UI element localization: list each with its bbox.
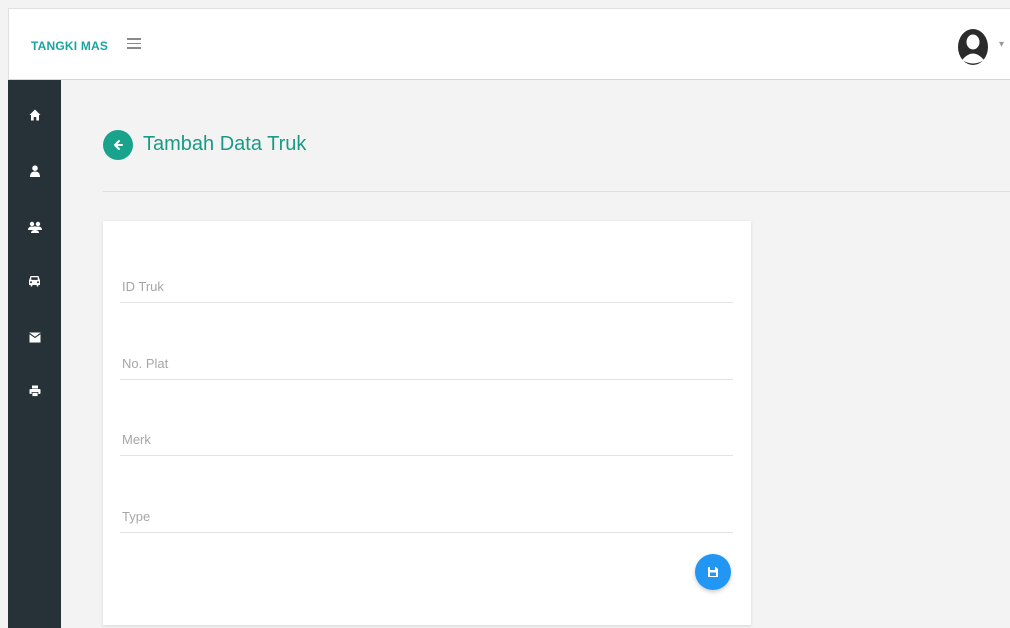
brand-field xyxy=(120,416,733,456)
car-icon xyxy=(29,276,40,287)
sidebar-item-users[interactable] xyxy=(8,210,61,244)
top-bar: TANGKI MAS ▾ xyxy=(8,8,1010,80)
sidebar-item-user[interactable] xyxy=(8,154,61,188)
home-icon xyxy=(29,109,40,121)
print-icon xyxy=(29,385,40,397)
form-card xyxy=(103,221,751,625)
caret-down-icon[interactable]: ▾ xyxy=(999,39,1004,50)
content-header: Tambah Data Truk xyxy=(103,130,1010,192)
users-icon xyxy=(27,221,42,233)
truck-id-field xyxy=(120,263,733,303)
envelope-icon xyxy=(28,332,41,342)
back-button[interactable] xyxy=(103,130,133,160)
type-field xyxy=(120,493,733,533)
sidebar-item-print[interactable] xyxy=(8,374,61,408)
arrow-left-icon xyxy=(114,140,123,150)
sidebar-item-home[interactable] xyxy=(8,98,61,132)
truck-id-input[interactable] xyxy=(120,263,733,302)
type-input[interactable] xyxy=(120,493,733,532)
brand-input[interactable] xyxy=(120,416,733,455)
user-menu[interactable]: ▾ xyxy=(955,27,1010,67)
user-icon xyxy=(29,165,40,177)
page-title: Tambah Data Truk xyxy=(143,133,307,155)
save-button[interactable] xyxy=(695,554,731,590)
avatar-icon[interactable] xyxy=(955,27,991,67)
plate-number-field xyxy=(120,340,733,380)
sidebar-item-truck[interactable] xyxy=(8,264,61,298)
menu-toggle-icon[interactable] xyxy=(127,35,141,51)
plate-number-input[interactable] xyxy=(120,340,733,379)
brand-logo[interactable]: TANGKI MAS xyxy=(31,39,108,53)
sidebar-item-messages[interactable] xyxy=(8,320,61,354)
sidebar xyxy=(8,80,61,628)
save-icon xyxy=(708,567,718,577)
